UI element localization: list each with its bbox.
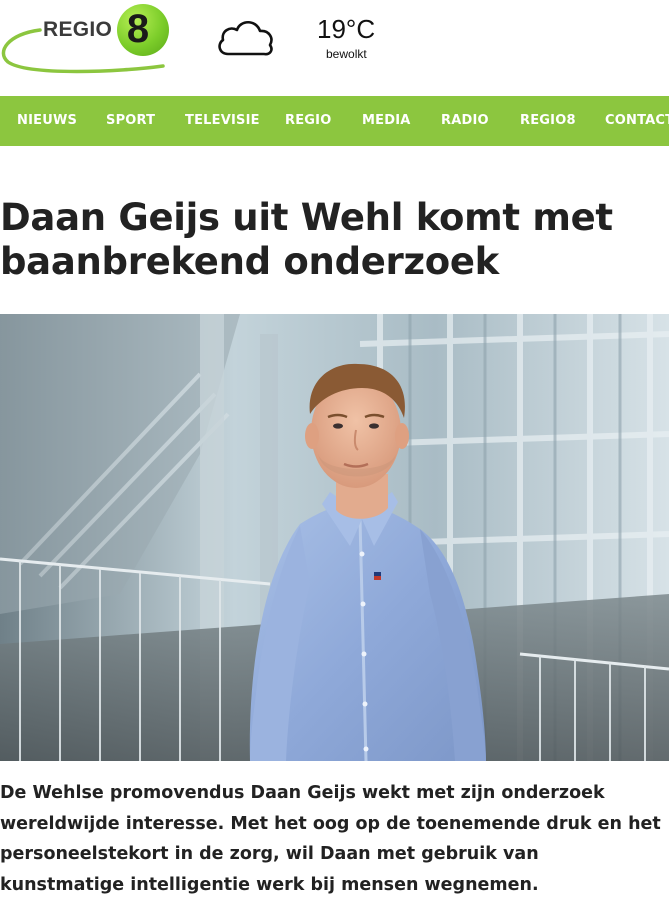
main-navigation: NIEUWS SPORT TELEVISIE REGIO MEDIA RADIO…: [0, 96, 669, 146]
intro-line: personeelstekort in de zorg, wil Daan me…: [0, 844, 539, 864]
regio8-logo[interactable]: REGIO 8: [0, 0, 175, 80]
nav-item-regio[interactable]: REGIO: [285, 96, 331, 146]
intro-line: kunstmatige intelligentie werk bij mense…: [0, 874, 539, 895]
nav-item-sport[interactable]: SPORT: [106, 96, 155, 146]
nav-item-televisie[interactable]: TELEVISIE: [185, 96, 260, 146]
nav-item-regio8[interactable]: REGIO8: [520, 96, 576, 146]
cloud-icon: [218, 20, 273, 56]
article-hero-photo[interactable]: [0, 314, 669, 761]
hero-photo-graphic: [0, 314, 669, 761]
nav-item-contact[interactable]: CONTACT: [605, 96, 669, 146]
weather-temperature: 19°C: [317, 14, 376, 44]
weather-description: bewolkt: [326, 47, 367, 61]
site-header: REGIO 8 19°C bewolkt: [0, 0, 669, 96]
nav-item-nieuws[interactable]: NIEUWS: [17, 96, 77, 146]
article-title: Daan Geijs uit Wehl komt met baanbrekend…: [0, 196, 669, 284]
nav-item-radio[interactable]: RADIO: [441, 96, 489, 146]
logo-wordmark: REGIO: [43, 18, 113, 41]
intro-line: De Wehlse promovendus Daan Geijs wekt me…: [0, 783, 605, 803]
article-title-line: Daan Geijs uit Wehl komt met: [0, 196, 613, 239]
nav-item-media[interactable]: MEDIA: [362, 96, 411, 146]
article-intro: De Wehlse promovendus Daan Geijs wekt me…: [0, 778, 669, 899]
article-title-line: baanbrekend onderzoek: [0, 240, 499, 283]
intro-line: wereldwijde interesse. Met het oog op de…: [0, 813, 661, 834]
logo-digit: 8: [126, 7, 150, 51]
